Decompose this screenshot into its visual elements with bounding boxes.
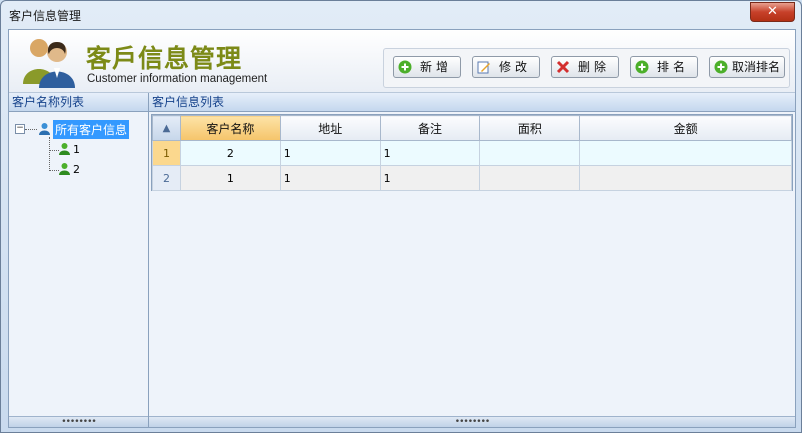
toolbar: 新增 修改 删除 排名 取消排名 — [383, 48, 790, 88]
app-title: 客戶信息管理 — [86, 44, 243, 73]
title-bar[interactable]: 客户信息管理 ✕ — [1, 1, 801, 27]
user-icon — [59, 143, 70, 155]
row-number[interactable]: 1 — [152, 140, 181, 166]
select-all-corner[interactable]: ▲ — [152, 115, 181, 141]
column-header[interactable]: 客户名称 — [179, 115, 281, 141]
edit-pencil-icon — [477, 61, 490, 74]
app-subtitle: Customer information management — [87, 73, 268, 85]
grip-dots-icon: •••••••• — [454, 417, 490, 427]
edit-button[interactable]: 修改 — [472, 56, 540, 78]
column-header[interactable]: 地址 — [279, 115, 381, 141]
sort-icon: ▲ — [162, 122, 171, 134]
rank-button[interactable]: 排名 — [630, 56, 698, 78]
cancel-rank-label: 取消排名 — [732, 60, 781, 74]
cell-customer-name[interactable]: 2 — [179, 140, 281, 166]
plus-circle-icon — [398, 60, 412, 74]
tree-item-customer[interactable]: 2 — [73, 163, 80, 176]
rank-label: 排名 — [656, 60, 689, 74]
customer-tree[interactable]: − 所有客户信息 1 2 — [11, 113, 145, 413]
plus-circle-icon — [635, 60, 649, 74]
delete-label: 删除 — [577, 60, 610, 74]
cell-address[interactable]: 1 — [279, 140, 381, 166]
users-logo-icon — [23, 39, 75, 88]
cell-amount[interactable] — [579, 165, 792, 191]
client-area: 客戶信息管理 Customer information management 新… — [8, 29, 796, 428]
delete-button[interactable]: 删除 — [551, 56, 619, 78]
tree-collapse-toggle[interactable]: − — [15, 124, 25, 134]
customer-grid[interactable]: ▲ 客户名称 地址 备注 面积 金额 1 2 1 1 2 1 1 1 — [151, 114, 793, 191]
cell-area[interactable] — [479, 140, 581, 166]
table-row[interactable]: 1 2 1 1 — [152, 140, 792, 166]
row-number[interactable]: 2 — [152, 165, 181, 191]
column-header[interactable]: 备注 — [379, 115, 481, 141]
tree-item-all-customers[interactable]: 所有客户信息 — [53, 120, 130, 139]
cell-address[interactable]: 1 — [279, 165, 381, 191]
right-panel-splitter[interactable]: •••••••• — [149, 416, 795, 427]
tree-item-customer[interactable]: 1 — [73, 143, 80, 156]
cell-note[interactable]: 1 — [379, 140, 481, 166]
column-header[interactable]: 面积 — [479, 115, 581, 141]
cell-customer-name[interactable]: 1 — [179, 165, 281, 191]
add-label: 新增 — [419, 60, 452, 74]
cell-amount[interactable] — [579, 140, 792, 166]
cell-note[interactable]: 1 — [379, 165, 481, 191]
customer-table: ▲ 客户名称 地址 备注 面积 金额 1 2 1 1 2 1 1 1 — [152, 115, 792, 191]
tree-connector — [49, 137, 50, 171]
app-header: 客戶信息管理 Customer information management 新… — [9, 30, 795, 93]
left-panel-splitter[interactable]: •••••••• — [9, 416, 148, 427]
customer-name-panel-title: 客户名称列表 — [9, 93, 148, 112]
grip-dots-icon: •••••••• — [61, 417, 96, 427]
user-icon — [59, 163, 70, 175]
cell-area[interactable] — [479, 165, 581, 191]
tree-connector — [25, 129, 37, 130]
table-row[interactable]: 2 1 1 1 — [152, 165, 792, 191]
main-window: 客户信息管理 ✕ 客戶信息管理 Customer information man… — [0, 0, 802, 433]
window-title: 客户信息管理 — [9, 9, 82, 23]
customer-name-panel: 客户名称列表 − 所有客户信息 1 2 •••••••• — [9, 93, 149, 427]
close-button[interactable]: ✕ — [750, 2, 795, 22]
column-header[interactable]: 金额 — [579, 115, 792, 141]
customer-info-panel-title: 客户信息列表 — [149, 93, 795, 112]
delete-x-icon — [556, 60, 570, 74]
user-icon — [39, 123, 50, 135]
cancel-rank-button[interactable]: 取消排名 — [709, 56, 785, 78]
add-button[interactable]: 新增 — [393, 56, 461, 78]
customer-info-panel: 客户信息列表 ▲ 客户名称 地址 备注 面积 金额 1 2 1 1 2 1 1 … — [149, 93, 795, 427]
edit-label: 修改 — [498, 60, 531, 74]
plus-circle-icon — [714, 60, 728, 74]
